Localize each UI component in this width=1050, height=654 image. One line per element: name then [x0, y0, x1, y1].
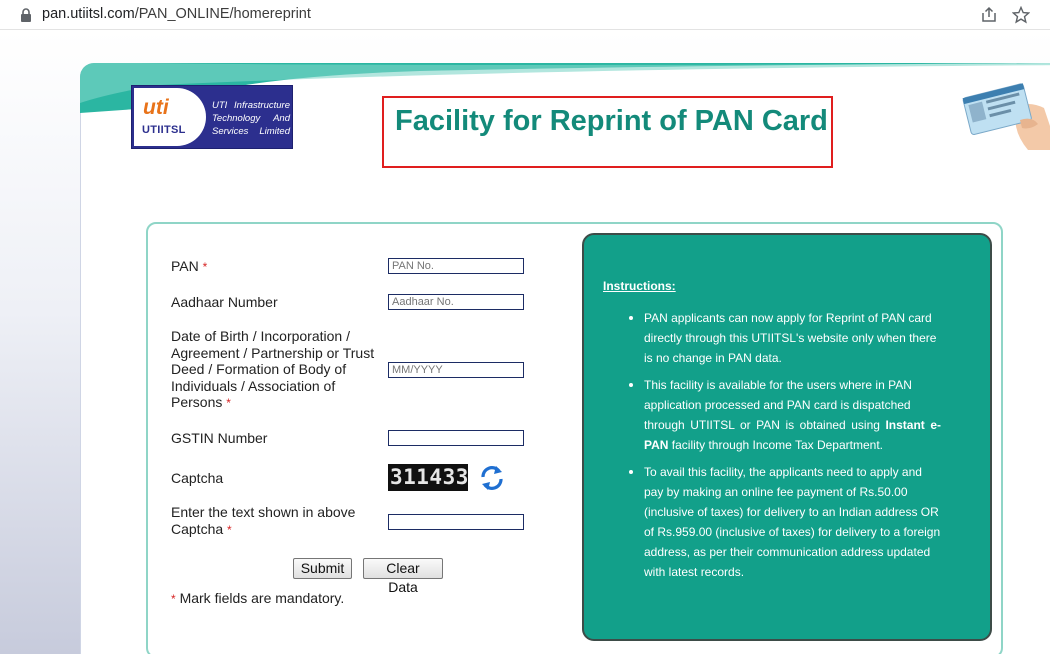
browser-address-bar: pan.utiitsl.com/PAN_ONLINE/homereprint [0, 0, 1050, 30]
star-icon[interactable] [1012, 6, 1030, 24]
instruction-line: is no change in PAN data. [644, 351, 782, 365]
instruction-item-1: PAN applicants can now apply for Reprint… [644, 308, 941, 368]
instruction-line: pay by making an online fee payment of R… [644, 485, 908, 499]
page-title-box: Facility for Reprint of PAN Card [382, 96, 833, 168]
instruction-line: address, as per their communication addr… [644, 545, 931, 559]
url-host: pan.utiitsl.com [42, 6, 135, 22]
instruction-line: This facility is available for the users… [644, 378, 912, 392]
logo-utiitsl-text: UTIITSL [142, 124, 186, 136]
bullet-icon [629, 316, 633, 320]
dob-label: Date of Birth / Incorporation / Agreemen… [171, 328, 374, 412]
pan-input[interactable] [388, 258, 524, 274]
aadhaar-label: Aadhaar Number [171, 294, 278, 310]
instruction-item-3: To avail this facility, the applicants n… [644, 462, 941, 582]
instruction-line: PAN applicants can now apply for Reprint… [644, 311, 932, 325]
dob-label-line: Deed / Formation of Body of [171, 361, 347, 377]
gstin-label: GSTIN Number [171, 430, 268, 446]
submit-button[interactable]: Submit [293, 558, 352, 579]
url-text[interactable]: pan.utiitsl.com/PAN_ONLINE/homereprint [42, 6, 311, 22]
required-marker: * [226, 396, 231, 410]
captcha-label: Captcha [171, 470, 224, 486]
instruction-line: application processed and PAN card is di… [644, 398, 911, 412]
required-marker: * [227, 522, 232, 537]
url-path: /PAN_ONLINE/homereprint [134, 6, 311, 22]
utiitsl-logo: uti UTIITSL UTI Infrastructure Technolog… [131, 85, 293, 149]
required-marker: * [202, 260, 208, 274]
instruction-line: of Rs.959.00 (inclusive of taxes) for de… [644, 525, 941, 539]
page-title: Facility for Reprint of PAN Card [395, 105, 828, 137]
pan-label-text: PAN [171, 258, 199, 274]
instructions-title: Instructions: [603, 279, 676, 293]
pan-label: PAN * [171, 258, 207, 276]
bullet-icon [629, 470, 633, 474]
mandatory-note-text: Mark fields are mandatory. [179, 590, 345, 606]
captcha-text: 311433 [390, 465, 469, 489]
dob-label-line: Date of Birth / Incorporation / [171, 328, 350, 344]
pan-card-hand-icon [962, 83, 1050, 150]
instruction-line: PAN facility through Income Tax Departme… [644, 438, 883, 452]
dob-label-line: Individuals / Association of [171, 377, 336, 394]
instruction-line: with latest records. [644, 565, 745, 579]
clear-data-button[interactable]: Clear Data [363, 558, 443, 595]
required-marker: * [171, 592, 176, 606]
instruction-line: through UTIITSL or PAN is obtained using… [644, 418, 941, 432]
captcha-entry-label: Enter the text shown in above Captcha * [171, 504, 355, 538]
captcha-entry-label-line: Enter the text shown in above [171, 504, 356, 520]
instruction-line: directly through this UTIITSL's website … [644, 331, 937, 345]
logo-company-line-1: UTI Infrastructure [212, 100, 290, 111]
lock-icon [21, 8, 31, 22]
dob-label-line: Agreement / Partnership or Trust [171, 344, 375, 361]
instruction-line: To avail this facility, the applicants n… [644, 465, 922, 479]
dob-label-line: Persons * [171, 394, 231, 410]
logo-uti-text: uti [143, 96, 169, 119]
logo-mark: uti UTIITSL [134, 88, 206, 146]
dob-input[interactable] [388, 362, 524, 378]
aadhaar-input[interactable] [388, 294, 524, 310]
logo-company-line-2: Technology And [212, 113, 290, 124]
instruction-line: (inclusive of taxes) for delivery to an … [644, 505, 939, 519]
captcha-image: 311433 [388, 464, 468, 491]
captcha-entry-label-line: Captcha * [171, 520, 232, 537]
mandatory-note: * Mark fields are mandatory. [171, 590, 344, 606]
gstin-input[interactable] [388, 430, 524, 446]
captcha-entry-input[interactable] [388, 514, 524, 530]
instruction-item-2: This facility is available for the users… [644, 375, 941, 455]
bullet-icon [629, 383, 633, 387]
logo-company-line-3: Services Limited [212, 126, 290, 137]
share-icon[interactable] [980, 6, 998, 24]
refresh-captcha-icon[interactable] [479, 465, 505, 491]
